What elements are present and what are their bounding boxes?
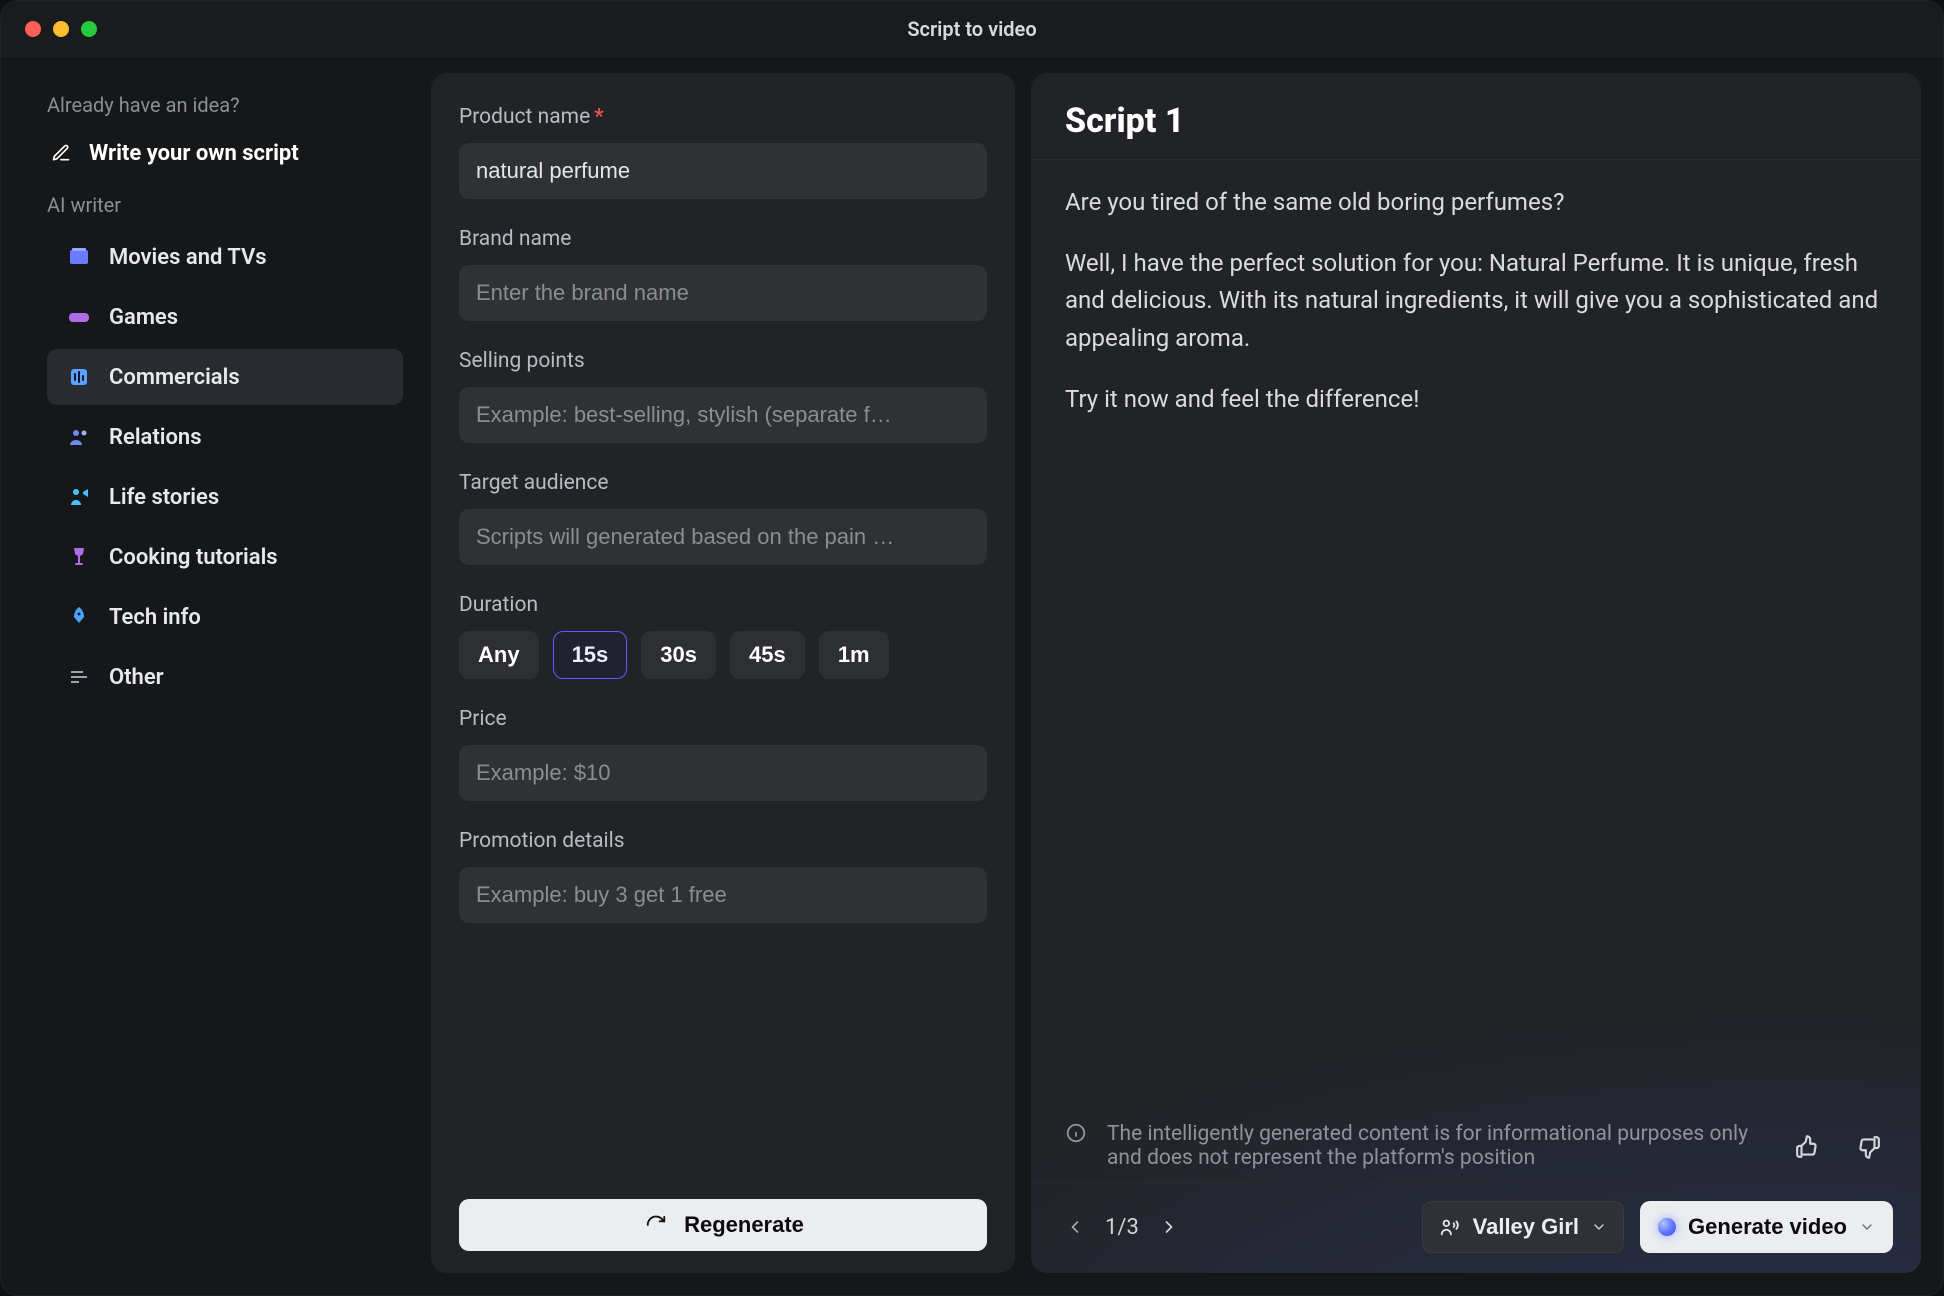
sidebar-item-label: Games	[109, 305, 178, 330]
sidebar-item-label: Cooking tutorials	[109, 545, 278, 570]
sidebar-item-label: Other	[109, 665, 164, 690]
write-own-script-button[interactable]: Write your own script	[47, 133, 403, 185]
sidebar-item-commercials[interactable]: Commercials	[47, 349, 403, 405]
gamepad-icon	[65, 303, 93, 331]
feedback-actions	[1789, 1122, 1887, 1166]
movies-icon	[65, 243, 93, 271]
target-audience-input[interactable]	[459, 509, 987, 565]
group-promotion: Promotion details	[459, 819, 987, 923]
sidebar-item-tech-info[interactable]: Tech info	[47, 589, 403, 645]
chevron-down-icon	[1591, 1219, 1607, 1235]
label-target-audience: Target audience	[459, 471, 987, 495]
info-icon	[1065, 1122, 1093, 1144]
script-paragraph: Try it now and feel the difference!	[1065, 381, 1887, 418]
titlebar: Script to video	[1, 1, 1943, 57]
duration-chip-any[interactable]: Any	[459, 631, 539, 679]
sidebar-item-relations[interactable]: Relations	[47, 409, 403, 465]
pager-text: 1/3	[1105, 1215, 1139, 1240]
write-own-label: Write your own script	[89, 141, 299, 166]
pager-next-button[interactable]	[1153, 1211, 1185, 1243]
app-window: Script to video Already have an idea? Wr…	[0, 0, 1944, 1296]
equalizer-icon	[65, 363, 93, 391]
sidebar-item-label: Relations	[109, 425, 202, 450]
sidebar-item-label: Tech info	[109, 605, 201, 630]
window-title: Script to video	[907, 17, 1036, 41]
brand-name-input[interactable]	[459, 265, 987, 321]
maximize-window-button[interactable]	[81, 21, 97, 37]
group-brand-name: Brand name	[459, 217, 987, 321]
sidebar-categories: Movies and TVs Games Commercials	[47, 229, 403, 705]
script-paragraph: Well, I have the perfect solution for yo…	[1065, 245, 1887, 357]
people-icon	[65, 423, 93, 451]
voice-label: Valley Girl	[1473, 1214, 1579, 1240]
content-grid: Already have an idea? Write your own scr…	[1, 57, 1943, 1295]
sidebar-item-cooking[interactable]: Cooking tutorials	[47, 529, 403, 585]
form-footer: Regenerate	[459, 1199, 987, 1251]
person-speaker-icon	[65, 483, 93, 511]
thumbs-down-button[interactable]	[1849, 1128, 1887, 1166]
sidebar-item-other[interactable]: Other	[47, 649, 403, 705]
script-paragraph: Are you tired of the same old boring per…	[1065, 184, 1887, 221]
pager-prev-button[interactable]	[1059, 1211, 1091, 1243]
generate-video-button[interactable]: Generate video	[1640, 1201, 1893, 1253]
sidebar-ai-label: AI writer	[47, 193, 403, 217]
label-product-name: Product name*	[459, 105, 987, 129]
duration-chip-15s[interactable]: 15s	[553, 631, 628, 679]
pager: 1/3	[1059, 1211, 1185, 1243]
script-panel: Script 1 Are you tired of the same old b…	[1031, 73, 1921, 1273]
price-input[interactable]	[459, 745, 987, 801]
sidebar: Already have an idea? Write your own scr…	[19, 73, 415, 1273]
required-asterisk: *	[594, 105, 604, 129]
label-text: Product name	[459, 105, 590, 129]
sidebar-item-label: Movies and TVs	[109, 245, 267, 270]
group-target-audience: Target audience	[459, 461, 987, 565]
duration-chip-30s[interactable]: 30s	[641, 631, 716, 679]
label-selling-points: Selling points	[459, 349, 987, 373]
sparkle-icon	[1658, 1218, 1676, 1236]
script-title: Script 1	[1065, 101, 1887, 141]
script-body: Are you tired of the same old boring per…	[1031, 160, 1921, 1112]
sidebar-item-games[interactable]: Games	[47, 289, 403, 345]
label-promotion: Promotion details	[459, 829, 987, 853]
lines-icon	[65, 663, 93, 691]
group-duration: Duration Any 15s 30s 45s 1m	[459, 583, 987, 679]
form-panel: Product name* Brand name Selling points …	[431, 73, 1015, 1273]
label-price: Price	[459, 707, 987, 731]
product-name-input[interactable]	[459, 143, 987, 199]
duration-chip-1m[interactable]: 1m	[819, 631, 889, 679]
duration-options: Any 15s 30s 45s 1m	[459, 631, 987, 679]
script-header: Script 1	[1031, 73, 1921, 160]
chevron-down-icon	[1859, 1219, 1875, 1235]
right-controls: Valley Girl Generate video	[1422, 1201, 1893, 1253]
script-footer: 1/3 Valley Girl	[1031, 1182, 1921, 1273]
group-price: Price	[459, 697, 987, 801]
duration-chip-45s[interactable]: 45s	[730, 631, 805, 679]
close-window-button[interactable]	[25, 21, 41, 37]
generate-label: Generate video	[1688, 1214, 1847, 1240]
pencil-icon	[47, 139, 75, 167]
sidebar-item-life-stories[interactable]: Life stories	[47, 469, 403, 525]
window-controls	[1, 21, 97, 37]
promotion-input[interactable]	[459, 867, 987, 923]
label-duration: Duration	[459, 593, 987, 617]
disclaimer-row: The intelligently generated content is f…	[1031, 1112, 1921, 1182]
sidebar-item-label: Commercials	[109, 365, 240, 390]
refresh-icon	[642, 1211, 670, 1239]
sidebar-idea-label: Already have an idea?	[47, 93, 403, 117]
thumbs-up-button[interactable]	[1789, 1128, 1827, 1166]
disclaimer-text: The intelligently generated content is f…	[1107, 1122, 1775, 1170]
sidebar-item-label: Life stories	[109, 485, 219, 510]
group-product-name: Product name*	[459, 95, 987, 199]
group-selling-points: Selling points	[459, 339, 987, 443]
regenerate-label: Regenerate	[684, 1212, 804, 1238]
label-brand-name: Brand name	[459, 227, 987, 251]
regenerate-button[interactable]: Regenerate	[459, 1199, 987, 1251]
voice-icon	[1439, 1216, 1461, 1238]
minimize-window-button[interactable]	[53, 21, 69, 37]
selling-points-input[interactable]	[459, 387, 987, 443]
wine-glass-icon	[65, 543, 93, 571]
sidebar-item-movies-tvs[interactable]: Movies and TVs	[47, 229, 403, 285]
voice-select-button[interactable]: Valley Girl	[1422, 1201, 1624, 1253]
rocket-icon	[65, 603, 93, 631]
